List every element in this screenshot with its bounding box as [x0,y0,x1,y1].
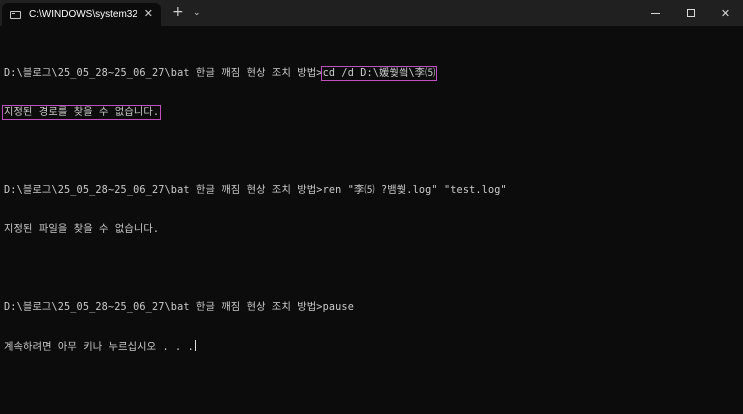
minimize-button[interactable] [638,0,673,26]
console-line: D:\블로그\25_05_28~25_06_27\bat 한글 깨짐 현상 조치… [4,66,743,81]
console-line: 계속하려면 아무 키나 누르십시오 . . . [4,340,743,353]
highlighted-error: 지정된 경로를 찾을 수 없습니다. [1,105,162,120]
console-line: D:\블로그\25_05_28~25_06_27\bat 한글 깨짐 현상 조치… [4,301,743,314]
command: ren "李⑸ ?뱀쒖.log" "test.log" [322,185,507,196]
prompt: D:\블로그\25_05_28~25_06_27\bat 한글 깨짐 현상 조치… [4,302,323,313]
command: pause [322,302,354,313]
maximize-button[interactable] [673,0,708,26]
minimize-icon [651,12,660,14]
console-line: 지정된 파일을 찾을 수 없습니다. [4,223,743,236]
terminal-icon [10,10,21,19]
close-button[interactable]: ✕ [708,0,743,26]
chevron-down-icon[interactable]: ⌄ [193,7,201,19]
terminal-window: C:\WINDOWS\system32\cmd ✕ + ⌄ ✕ D:\블로그\2… [0,0,743,414]
title-bar[interactable]: C:\WINDOWS\system32\cmd ✕ + ⌄ ✕ [0,0,743,26]
console-output[interactable]: D:\블로그\25_05_28~25_06_27\bat 한글 깨짐 현상 조치… [1,41,743,379]
prompt: D:\블로그\25_05_28~25_06_27\bat 한글 깨짐 현상 조치… [4,185,323,196]
error-message: 지정된 파일을 찾을 수 없습니다. [4,224,160,235]
tab-close-icon[interactable]: ✕ [144,7,153,21]
new-tab-button[interactable]: + [172,5,184,19]
highlighted-command: cd /d D:\媛쒖씤\李⑸ [320,66,438,81]
console-line: D:\블로그\25_05_28~25_06_27\bat 한글 깨짐 현상 조치… [4,184,743,197]
console-line: 지정된 경로를 찾을 수 없습니다. [1,105,743,120]
tab-title: C:\WINDOWS\system32\cmd [29,9,137,20]
text-cursor [194,340,196,351]
tab-cmd[interactable]: C:\WINDOWS\system32\cmd ✕ [2,3,161,26]
pause-message: 계속하려면 아무 키나 누르십시오 . . . [4,342,194,353]
window-controls: ✕ [638,0,743,26]
maximize-icon [686,9,695,17]
prompt: D:\블로그\25_05_28~25_06_27\bat 한글 깨짐 현상 조치… [4,68,323,79]
close-icon: ✕ [720,6,731,20]
